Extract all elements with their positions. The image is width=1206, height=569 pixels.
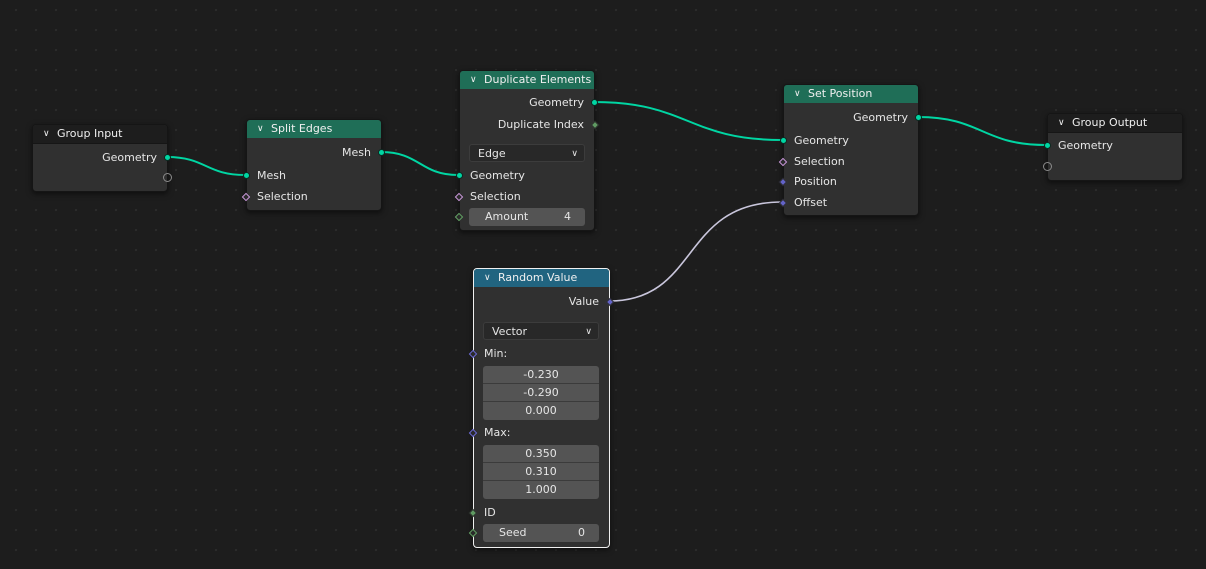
collapse-chevron-icon[interactable]: ∨ — [1058, 114, 1066, 132]
input-selection-label: Selection — [257, 190, 308, 203]
geometry-output-socket[interactable] — [591, 99, 598, 106]
id-label: ID — [484, 506, 496, 519]
node-duplicate-elements[interactable]: ∨ Duplicate Elements Geometry Duplicate I… — [454, 70, 600, 231]
output-geometry-label: Geometry — [102, 151, 157, 164]
output-value-label: Value — [568, 295, 599, 308]
node-split-edges[interactable]: ∨ Split Edges Mesh Mesh Selection — [241, 119, 385, 211]
domain-value: Edge — [478, 147, 506, 160]
position-input-socket[interactable] — [778, 177, 788, 187]
seed-label: Seed — [499, 526, 527, 539]
input-geometry-label: Geometry — [794, 134, 849, 147]
max-input-socket[interactable] — [468, 428, 478, 438]
input-geometry-label: Geometry — [470, 169, 525, 182]
amount-input-socket[interactable] — [454, 212, 464, 222]
input-offset-label: Offset — [794, 196, 828, 209]
selection-input-socket[interactable] — [241, 192, 251, 202]
selection-input-socket[interactable] — [454, 192, 464, 202]
collapse-chevron-icon[interactable]: ∨ — [43, 125, 51, 143]
mesh-output-socket[interactable] — [378, 149, 385, 156]
link-splitedges-duplicate[interactable] — [380, 151, 459, 176]
max-label: Max: — [484, 426, 511, 439]
link-duplicate-setposition[interactable] — [593, 101, 783, 141]
input-mesh-label: Mesh — [257, 169, 286, 182]
node-title: Set Position — [808, 87, 873, 100]
node-title: Split Edges — [271, 122, 333, 135]
node-title: Duplicate Elements — [484, 73, 592, 86]
selection-input-socket[interactable] — [778, 157, 788, 167]
chevron-down-icon: ∨ — [585, 327, 592, 337]
max-y-field[interactable]: 0.310 — [483, 463, 599, 481]
node-header[interactable]: ∨ Duplicate Elements — [460, 71, 594, 89]
offset-input-socket[interactable] — [778, 198, 788, 208]
node-title: Group Input — [57, 127, 123, 140]
virtual-input-socket[interactable] — [1043, 162, 1052, 171]
output-mesh-label: Mesh — [342, 146, 371, 159]
min-z-field[interactable]: 0.000 — [483, 402, 599, 420]
geometry-input-socket[interactable] — [1044, 142, 1051, 149]
max-z-field[interactable]: 1.000 — [483, 481, 599, 499]
node-header[interactable]: ∨ Random Value — [474, 269, 609, 287]
data-type-value: Vector — [492, 325, 528, 338]
output-duplicate-index-label: Duplicate Index — [497, 118, 584, 131]
geometry-output-socket[interactable] — [915, 114, 922, 121]
collapse-chevron-icon[interactable]: ∨ — [470, 71, 478, 89]
max-vector-fields: 0.350 0.310 1.000 — [483, 445, 599, 499]
output-geometry-label: Geometry — [853, 111, 908, 124]
node-header[interactable]: ∨ Split Edges — [247, 120, 381, 138]
duplicate-index-output-socket[interactable] — [590, 120, 600, 130]
chevron-down-icon: ∨ — [571, 149, 578, 159]
mesh-input-socket[interactable] — [243, 172, 250, 179]
collapse-chevron-icon[interactable]: ∨ — [484, 269, 492, 287]
node-title: Group Output — [1072, 116, 1148, 129]
link-randomvalue-setposition[interactable] — [608, 201, 783, 302]
node-set-position[interactable]: ∨ Set Position Geometry Geometry Selectio… — [778, 84, 922, 216]
input-geometry-label: Geometry — [1058, 139, 1113, 152]
seed-field[interactable]: Seed 0 — [483, 524, 599, 542]
input-selection-label: Selection — [794, 155, 845, 168]
link-setposition-groupoutput[interactable] — [917, 116, 1047, 146]
amount-label: Amount — [485, 210, 529, 223]
virtual-output-socket[interactable] — [163, 173, 172, 182]
node-random-value[interactable]: ∨ Random Value Value Vector ∨ Min: -0.230… — [468, 268, 615, 548]
amount-field[interactable]: Amount 4 — [469, 208, 585, 226]
geometry-output-socket[interactable] — [164, 154, 171, 161]
min-vector-fields: -0.230 -0.290 0.000 — [483, 366, 599, 420]
node-group-input[interactable]: ∨ Group Input Geometry — [32, 124, 172, 192]
geometry-input-socket[interactable] — [780, 137, 787, 144]
input-selection-label: Selection — [470, 190, 521, 203]
min-x-field[interactable]: -0.230 — [483, 366, 599, 384]
node-header[interactable]: ∨ Group Output — [1048, 114, 1182, 133]
node-header[interactable]: ∨ Group Input — [33, 125, 167, 144]
seed-input-socket[interactable] — [468, 528, 478, 538]
node-group-output[interactable]: ∨ Group Output Geometry — [1043, 113, 1183, 181]
domain-dropdown[interactable]: Edge ∨ — [469, 144, 585, 162]
value-output-socket[interactable] — [605, 297, 615, 307]
amount-value: 4 — [564, 210, 571, 223]
id-input-socket[interactable] — [468, 508, 478, 518]
collapse-chevron-icon[interactable]: ∨ — [794, 85, 802, 103]
node-header[interactable]: ∨ Set Position — [784, 85, 918, 103]
data-type-dropdown[interactable]: Vector ∨ — [483, 322, 599, 340]
input-position-label: Position — [794, 175, 837, 188]
link-groupinput-splitedges[interactable] — [166, 156, 246, 176]
min-input-socket[interactable] — [468, 349, 478, 359]
min-label: Min: — [484, 347, 508, 360]
collapse-chevron-icon[interactable]: ∨ — [257, 120, 265, 138]
min-y-field[interactable]: -0.290 — [483, 384, 599, 402]
geometry-input-socket[interactable] — [456, 172, 463, 179]
output-geometry-label: Geometry — [529, 96, 584, 109]
max-x-field[interactable]: 0.350 — [483, 445, 599, 463]
seed-value: 0 — [578, 526, 585, 539]
node-title: Random Value — [498, 271, 578, 284]
